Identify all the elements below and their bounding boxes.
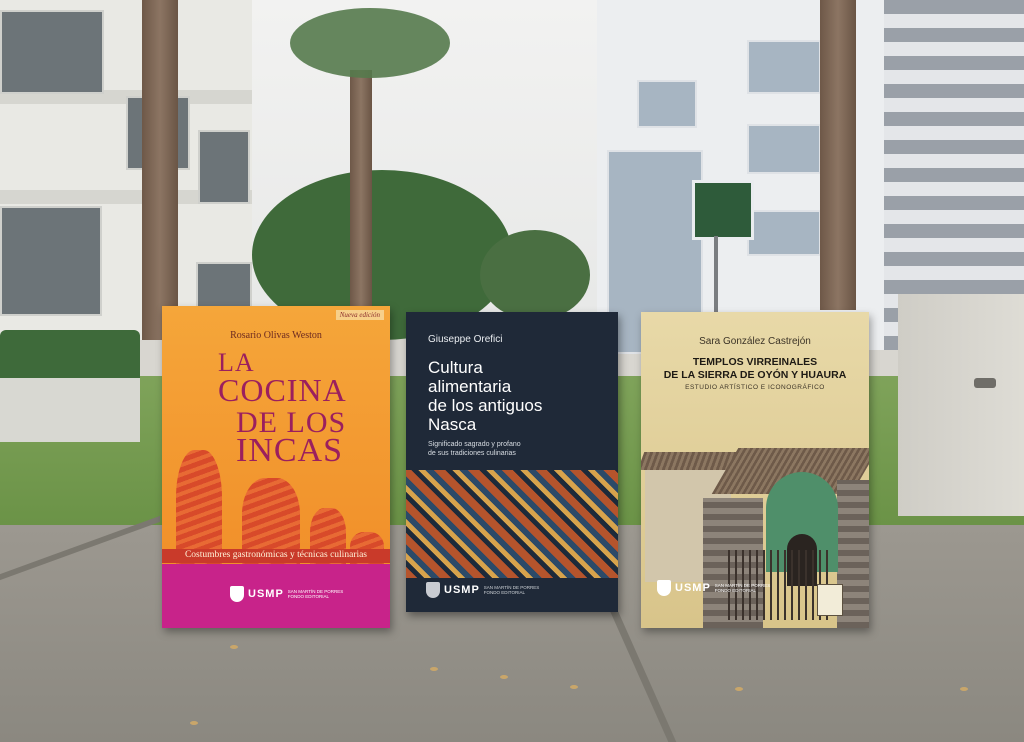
photo-scene: Nueva edición Rosario Olivas Weston LA C… [0,0,1024,742]
book-author: Giuseppe Orefici [428,334,503,345]
pillar-fixture [974,378,996,388]
fallen-leaf [960,687,968,691]
left-building [0,0,252,340]
publisher-logo: USMP SAN MARTÍN DE PORRES FONDO EDITORIA… [230,586,343,602]
fallen-leaf [570,685,578,689]
publisher-line: FONDO EDITORIAL [483,590,525,595]
fallen-leaf [230,645,238,649]
low-wall [0,378,140,442]
sign-pole [714,236,718,316]
fallen-leaf [190,721,198,725]
book-author: Sara González Castrejón [699,336,811,347]
publisher-logo: USMP SAN MARTÍN DE PORRES FONDO EDITORIA… [657,580,770,596]
publisher-name: USMP [675,582,711,594]
house-roof [641,452,739,470]
fallen-leaf [500,675,508,679]
publisher-name: USMP [444,584,480,596]
palm-trunk [350,70,372,330]
building-window [196,262,252,310]
palm-trunk [142,0,178,340]
book-title-line: Cultura [428,358,483,377]
building-glass [747,124,821,174]
fallen-leaf [735,687,743,691]
book-title: TEMPLOS VIRREINALES DE LA SIERRA DE OYÓN… [641,356,869,382]
book-title-line: alimentaria [428,377,512,396]
campus-sign [692,180,754,240]
trees [480,230,590,320]
fallen-leaf [430,667,438,671]
book-title-line: COCINA [218,372,347,408]
palm-trunk [820,0,856,310]
publisher-detail: SAN MARTÍN DE PORRES FONDO EDITORIAL [288,589,343,599]
publisher-detail: SAN MARTÍN DE PORRES FONDO EDITORIAL [715,583,770,593]
book-templos-virreinales: Sara González Castrejón TEMPLOS VIRREINA… [641,312,869,628]
book-title-line: DE LA SIERRA DE OYÓN Y HUAURA [663,369,847,381]
book-cultura-alimentaria-nasca: Giuseppe Orefici Cultura alimentaria de … [406,312,618,612]
hedge [0,330,140,378]
building-window [198,130,250,204]
crest-icon [230,586,244,602]
book-title-line: TEMPLOS VIRREINALES [692,356,818,368]
publisher-logo: USMP SAN MARTÍN DE PORRES FONDO EDITORIA… [426,582,539,598]
concrete-pillar [898,294,1024,516]
book-la-cocina-de-los-incas: Nueva edición Rosario Olivas Weston LA C… [162,306,390,628]
crest-icon [426,582,440,598]
crest-icon [657,580,671,596]
book-subtitle-line: Significado sagrado y profano [428,441,521,448]
series-logo [817,584,843,616]
building-window [0,10,104,94]
book-title-line: de los antiguos [428,396,543,415]
book-title-line: INCAS [236,432,344,469]
publisher-name: USMP [248,588,284,600]
ledge-seam [0,515,160,581]
building-glass [637,80,697,128]
book-author: Rosario Olivas Weston [230,330,322,341]
book-title-line: Nasca [428,415,477,434]
book-subtitle: Costumbres gastronómicas y técnicas culi… [184,550,368,560]
building-glass [747,40,821,94]
edition-tag: Nueva edición [335,310,384,320]
nasca-textile-artwork [406,470,618,578]
publisher-detail: SAN MARTÍN DE PORRES FONDO EDITORIAL [484,585,539,595]
book-subtitle-line: de sus tradiciones culinarias [428,450,516,457]
book-subtitle: ESTUDIO ARTÍSTICO E ICONOGRÁFICO [685,384,825,391]
book-title: Cultura alimentaria de los antiguos Nasc… [428,358,614,434]
palm-fronds [290,8,450,78]
building-window [0,206,102,316]
publisher-line: FONDO EDITORIAL [287,594,329,599]
building-glass [747,210,821,256]
book-subtitle: Significado sagrado y profano de sus tra… [428,440,608,458]
publisher-line: FONDO EDITORIAL [714,588,756,593]
